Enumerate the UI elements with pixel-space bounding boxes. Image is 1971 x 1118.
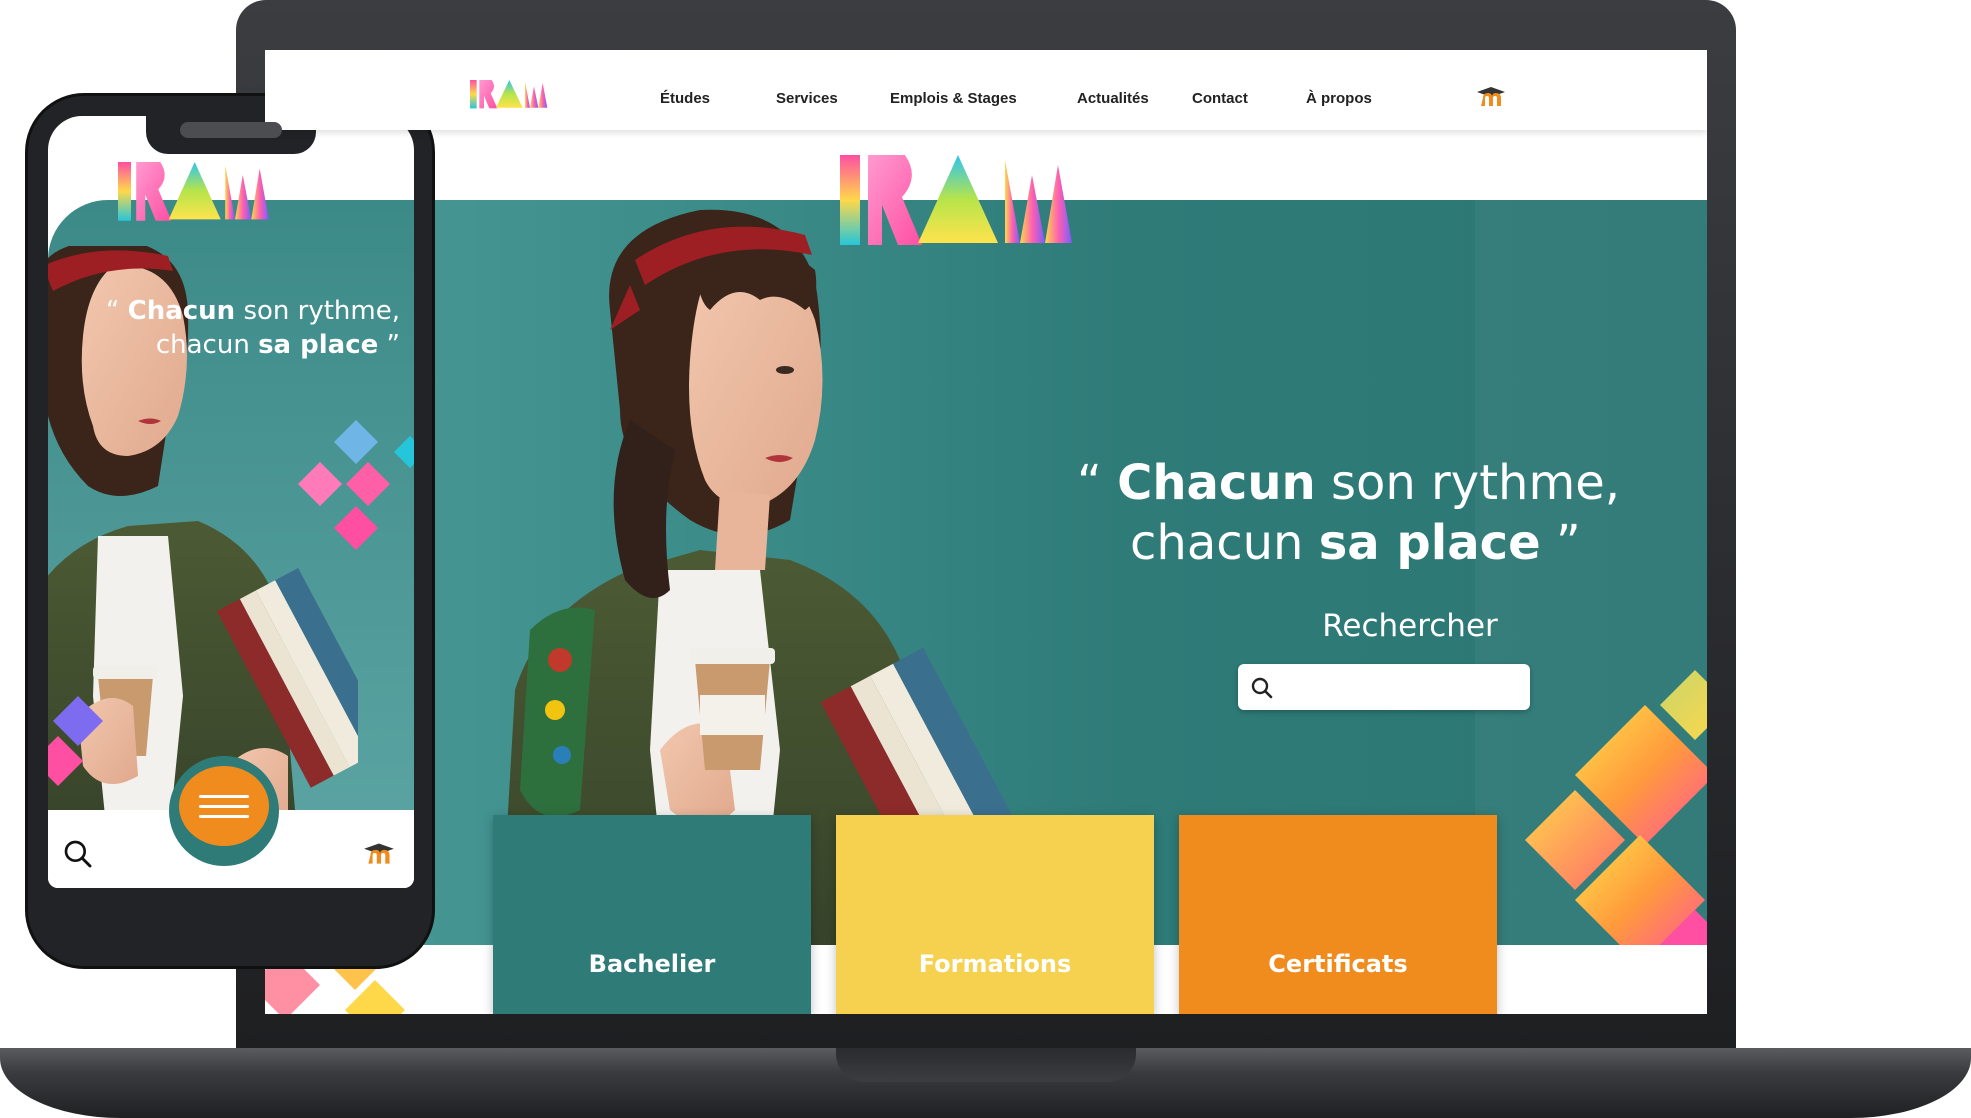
- mobile-decorative-diamonds-left: [48, 696, 103, 786]
- hero-logo: [840, 155, 1072, 245]
- hero-quote-line1: “ Chacun son rythme,: [1077, 453, 1620, 513]
- category-label-certificats: Certificats: [1268, 950, 1408, 978]
- category-label-bachelier: Bachelier: [588, 950, 716, 978]
- hero-quote-line2: chacun sa place ”: [1130, 513, 1581, 573]
- search-title: Rechercher: [1322, 608, 1498, 644]
- nav-item-a-propos[interactable]: À propos: [1306, 90, 1372, 107]
- quote-open: “: [1077, 455, 1102, 511]
- quote-sa-place: sa place: [1318, 515, 1541, 571]
- category-card-certificats[interactable]: Certificats: [1179, 815, 1497, 1014]
- quote-word-chacun-2: chacun: [1130, 515, 1304, 571]
- mobile-quote-sa-place: sa place: [258, 330, 379, 360]
- top-navigation: Études Services Emplois & Stages Actuali…: [265, 50, 1707, 130]
- nav-item-contact[interactable]: Contact: [1192, 90, 1248, 107]
- nav-item-actualites[interactable]: Actualités: [1077, 90, 1149, 107]
- category-card-formations[interactable]: Formations: [836, 815, 1154, 1014]
- mobile-quote-chacun-2: chacun: [155, 330, 250, 360]
- phone-screen: “ Chacun son rythme, chacun sa place ”: [48, 116, 414, 888]
- hamburger-button[interactable]: [179, 766, 269, 846]
- search-icon[interactable]: [1250, 676, 1274, 700]
- quote-close: ”: [1555, 515, 1581, 571]
- mobile-moodle-icon[interactable]: [362, 840, 398, 866]
- mobile-quote-chacun: Chacun: [127, 296, 236, 326]
- hamburger-icon: [199, 795, 249, 818]
- search-input[interactable]: [1238, 664, 1530, 710]
- mobile-quote-son-rythme: son rythme,: [243, 296, 400, 326]
- laptop-screen: Études Services Emplois & Stages Actuali…: [265, 50, 1707, 1014]
- quote-son-rythme: son rythme,: [1331, 455, 1620, 511]
- laptop-hinge-notch: [836, 1048, 1136, 1082]
- moodle-icon[interactable]: [1475, 84, 1509, 108]
- mobile-search-icon[interactable]: [62, 838, 94, 870]
- quote-word-chacun: Chacun: [1117, 455, 1316, 511]
- mobile-quote-line1: “ Chacun son rythme,: [105, 296, 400, 326]
- nav-item-etudes[interactable]: Études: [660, 90, 710, 107]
- nav-item-emplois-stages[interactable]: Emplois & Stages: [890, 90, 1017, 107]
- mobile-logo[interactable]: [118, 162, 313, 224]
- category-label-formations: Formations: [918, 950, 1072, 978]
- mobile-decorative-diamonds: [298, 420, 414, 550]
- category-card-bachelier[interactable]: Bachelier: [493, 815, 811, 1014]
- mobile-quote-line2: chacun sa place ”: [155, 330, 400, 360]
- phone-speaker: [180, 122, 282, 138]
- nav-item-services[interactable]: Services: [776, 90, 838, 107]
- nav-logo[interactable]: [470, 80, 570, 110]
- mobile-quote: “ Chacun son rythme, chacun sa place ”: [88, 294, 400, 362]
